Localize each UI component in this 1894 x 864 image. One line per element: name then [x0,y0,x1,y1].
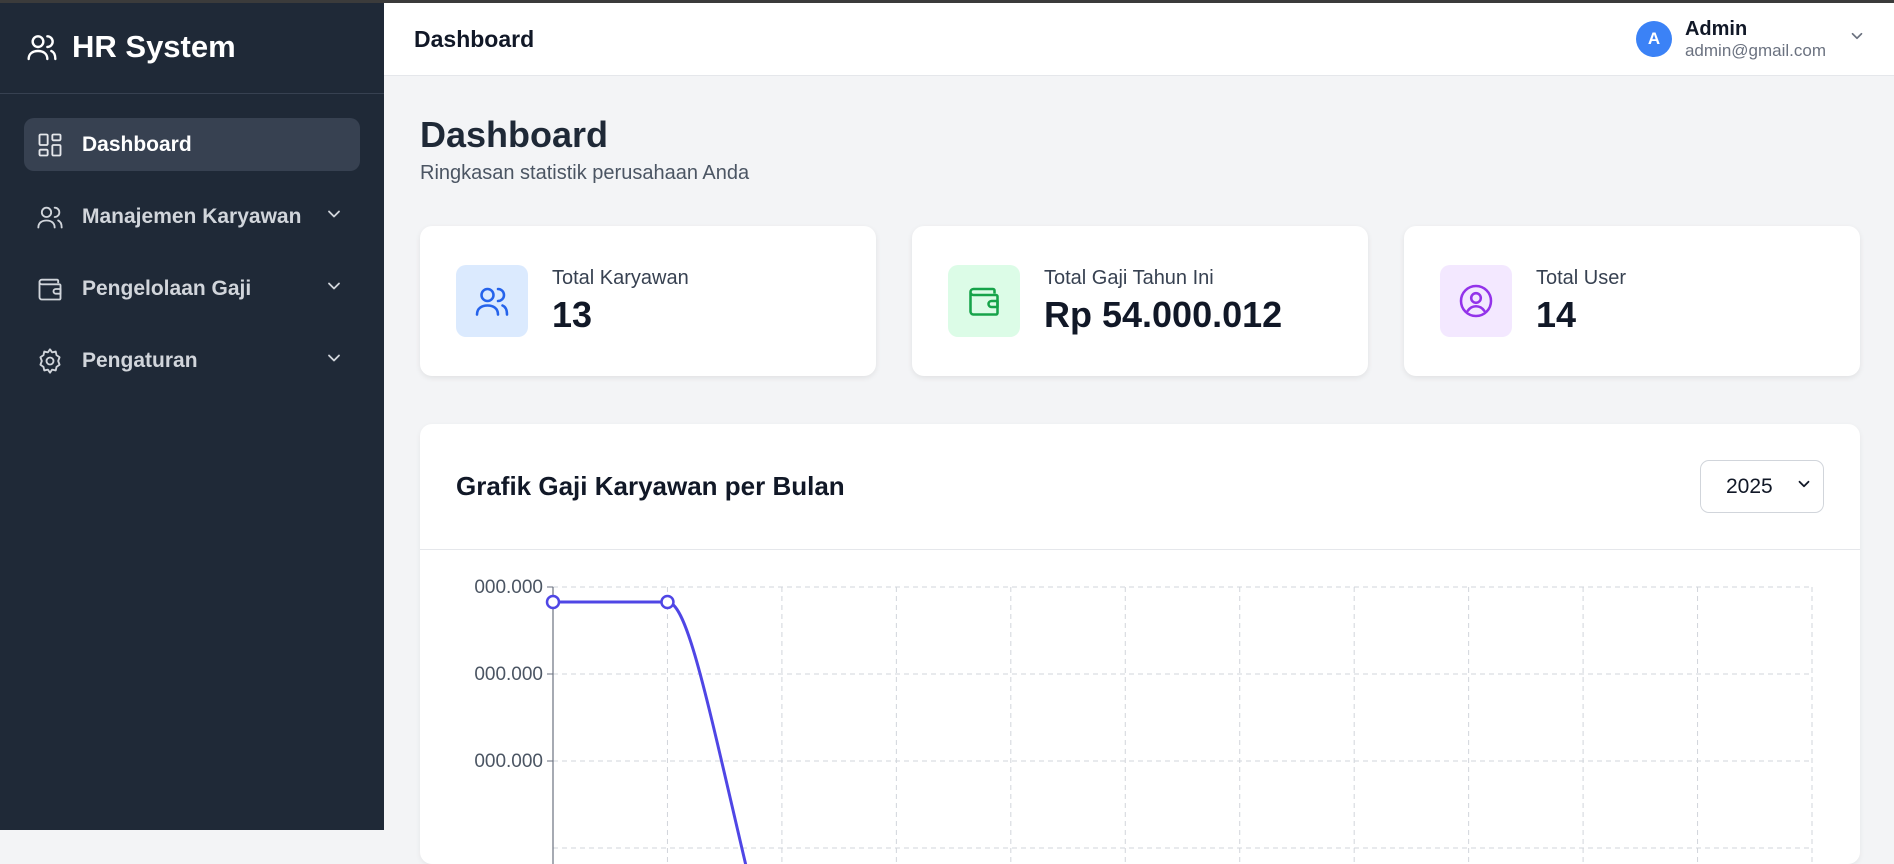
sidebar-item-dashboard[interactable]: Dashboard [24,118,360,171]
stat-value: Rp 54.000.012 [1044,293,1283,335]
user-name: Admin [1684,17,1748,40]
chart-title: Grafik Gaji Karyawan per Bulan [456,471,845,501]
sidebar-item-manajemen-karyawan[interactable]: Manajemen Karyawan [24,190,360,243]
sidebar: HR System Dashboard Manajemen Karyawan P… [0,0,384,830]
chart-grid [553,586,1813,864]
users-icon [456,265,528,337]
data-point[interactable] [660,594,675,610]
user-info: Admin admin@gmail.com [1685,18,1826,61]
chart-header: Grafik Gaji Karyawan per Bulan 2025 [420,424,1860,550]
stat-value: 13 [552,293,593,335]
page-subtitle: Ringkasan statistik perusahaan Anda [420,162,750,184]
stat-card-total-gaji: Total Gaji Tahun Ini Rp 54.000.012 [912,226,1368,376]
chevron-down-icon [1795,475,1813,499]
wallet-icon [36,275,64,303]
salary-line-chart: 000.000 000.000 000.000 [474,577,1813,864]
brand[interactable]: HR System [0,0,384,94]
chevron-down-icon [1848,27,1866,50]
y-tick-label: 000.000 [474,664,543,685]
year-select[interactable]: 2025 [1700,460,1824,513]
gear-icon [36,347,64,375]
sidebar-item-label: Pengelolaan Gaji [82,276,252,300]
sidebar-item-pengaturan[interactable]: Pengaturan [24,334,360,387]
stat-label: Total User [1536,266,1627,289]
avatar: A [1635,20,1672,57]
page-title: Dashboard [420,114,609,155]
window-top-border [0,0,1894,3]
sidebar-item-pengelolaan-gaji[interactable]: Pengelolaan Gaji [24,262,360,315]
chevron-down-icon[interactable] [324,276,344,301]
salary-chart-card: Grafik Gaji Karyawan per Bulan 2025 000.… [420,424,1860,864]
chevron-down-icon[interactable] [324,204,344,229]
data-point[interactable] [545,594,561,610]
users-icon [27,34,57,60]
stat-card-total-karyawan: Total Karyawan 13 [420,226,876,376]
year-select-value: 2025 [1726,474,1773,498]
users-icon [36,203,64,231]
y-tick-label: 000.000 [474,577,543,598]
sidebar-item-label: Manajemen Karyawan [82,204,302,228]
stat-card-total-user: Total User 14 [1404,226,1860,376]
brand-title: HR System [72,28,236,64]
sidebar-item-label: Dashboard [82,132,192,156]
sidebar-nav: Dashboard Manajemen Karyawan Pengelolaan… [0,94,384,387]
user-circle-icon [1440,265,1512,337]
stat-value: 14 [1536,293,1577,335]
chevron-down-icon[interactable] [324,348,344,373]
stat-label: Total Gaji Tahun Ini [1044,266,1214,289]
chart-y-ticks: 000.000 000.000 000.000 [474,577,553,772]
user-email: admin@gmail.com [1684,40,1826,60]
header-title: Dashboard [414,25,535,52]
y-tick-label: 000.000 [474,751,543,772]
dashboard-grid-icon [36,131,64,159]
sidebar-item-label: Pengaturan [82,348,198,372]
series-line [553,600,748,864]
user-menu[interactable]: A Admin admin@gmail.com [1635,18,1866,61]
wallet-icon [948,265,1020,337]
stat-label: Total Karyawan [552,266,689,289]
top-header: Dashboard A Admin admin@gmail.com [384,3,1894,76]
